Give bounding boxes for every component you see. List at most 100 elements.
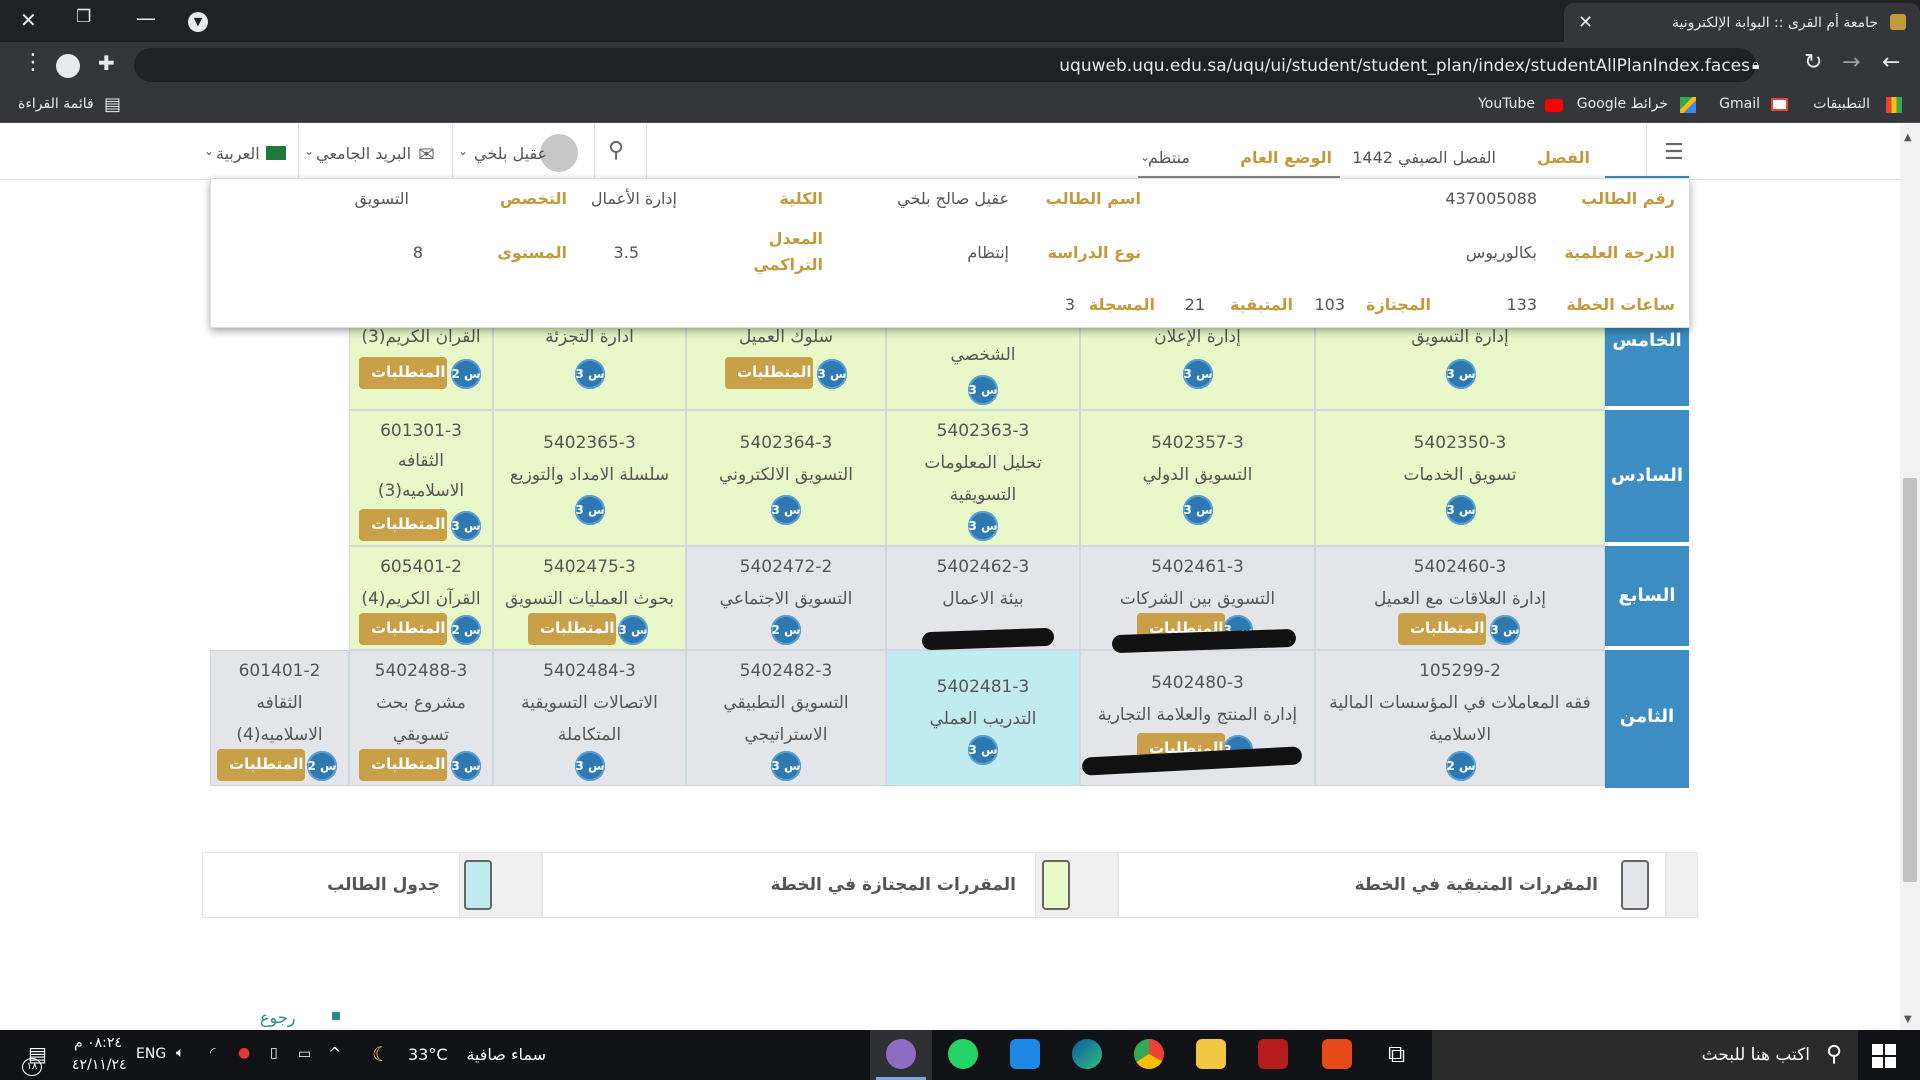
requirements-button[interactable]: المتطلبات	[725, 357, 813, 389]
course-cell[interactable]: 605401-2 القرآن الكريم(4) 2 س المتطلبات	[349, 546, 493, 650]
bookmark-reading-list[interactable]: قائمة القراءة	[18, 96, 94, 112]
bookmark-gmail[interactable]: Gmail	[1719, 96, 1760, 112]
browser-tab[interactable]: جامعة أم القرى :: البوابة الإلكترونية ✕	[1564, 3, 1920, 42]
tab-close-icon[interactable]: ✕	[1578, 12, 1593, 33]
mail-app-icon[interactable]	[1010, 1039, 1040, 1069]
extensions-icon[interactable]: ✚	[98, 53, 115, 73]
restore-window-icon[interactable]: ❐	[76, 9, 91, 26]
requirements-button[interactable]: المتطلبات	[359, 357, 447, 389]
course-cell[interactable]: 601301-3 الثقافه الاسلاميه(3) 3 س المتطل…	[349, 410, 493, 546]
input-language[interactable]: ENG	[136, 1046, 166, 1062]
windows-start-icon[interactable]	[1872, 1044, 1896, 1068]
temperature[interactable]: 33°C	[408, 1045, 448, 1064]
reload-icon[interactable]: ↻	[1804, 52, 1822, 74]
url-text[interactable]: uquweb.uqu.edu.sa/uqu/ui/student/student…	[1059, 56, 1750, 76]
course-cell[interactable]: 5402472-2 التسويق الاجتماعي 2 س	[686, 546, 886, 650]
course-cell[interactable]: 5402475-3 بحوث العمليات التسويق 3 س المت…	[493, 546, 686, 650]
profile-icon[interactable]	[56, 54, 80, 78]
course-cell[interactable]: 5402363-3 تحليل المعلومات التسويقية 3 س	[886, 410, 1080, 546]
requirements-button[interactable]: المتطلبات	[359, 749, 447, 781]
course-code: 5402484-3	[543, 661, 636, 681]
scroll-down-icon[interactable]: ▼	[1904, 1014, 1912, 1025]
course-code: 601401-2	[238, 661, 321, 681]
requirements-button[interactable]: المتطلبات	[1398, 613, 1486, 645]
passed-hours-value: 103	[1314, 295, 1345, 314]
status-select[interactable]: منتظم	[1148, 148, 1190, 167]
clock-time[interactable]: ٠٨:٢٤ م	[74, 1035, 122, 1051]
course-code: 5402350-3	[1413, 433, 1507, 453]
mail-chevron-icon[interactable]: ⌄	[304, 144, 314, 158]
course-cell[interactable]: 5402482-3 التسويق التطبيقي الاستراتيجي 3…	[686, 650, 886, 786]
search-icon[interactable]: ⚲	[608, 138, 624, 163]
file-explorer-icon[interactable]	[1196, 1039, 1226, 1069]
weather-text[interactable]: سماء صافية	[466, 1045, 546, 1064]
battery-icon[interactable]: ▭	[298, 1046, 311, 1062]
course-cell[interactable]: 105299-2 فقه المعاملات في المؤسسات المال…	[1315, 650, 1605, 786]
course-name: التسويق الالكتروني	[719, 465, 853, 485]
course-cell[interactable]: 5402488-3 مشروع بحث تسويقي 3 س المتطلبات	[349, 650, 493, 786]
language-chevron-icon[interactable]: ⌄	[204, 144, 214, 158]
notification-app-icon[interactable]: ●	[238, 1045, 250, 1061]
apps-grid-icon[interactable]	[1886, 97, 1902, 113]
clock-date[interactable]: ٤٢/١١/٢٤	[72, 1057, 127, 1073]
language-select[interactable]: العربية	[216, 144, 260, 163]
course-cell[interactable]: 601401-2 الثقافه الاسلاميه(4) 2 س المتطل…	[210, 650, 349, 786]
hours-badge: 3 س	[1446, 359, 1476, 389]
minimize-window-icon[interactable]: —	[136, 8, 156, 28]
legend-schedule-label: جدول الطالب	[327, 875, 440, 895]
back-icon[interactable]: ←	[1882, 52, 1900, 74]
user-chevron-icon[interactable]: ⌄	[458, 144, 468, 158]
course-name: إدارة العلاقات مع العميل	[1374, 589, 1546, 609]
whatsapp-icon[interactable]	[948, 1039, 978, 1069]
office-icon[interactable]	[1322, 1039, 1352, 1069]
course-name: سلسلة الامداد والتوزيع	[509, 465, 670, 485]
device-icon[interactable]: ▯	[270, 1045, 278, 1061]
taskbar-search-input[interactable]: اكتب هنا للبحث	[1702, 1045, 1810, 1065]
wifi-icon[interactable]: ◜	[210, 1045, 215, 1061]
people-app-icon[interactable]	[886, 1039, 916, 1069]
course-cell[interactable]: 5402350-3 تسويق الخدمات 3 س	[1315, 410, 1605, 546]
hamburger-menu-icon[interactable]: ☰	[1664, 140, 1684, 165]
menu-kebab-icon[interactable]: ⋮	[22, 52, 44, 74]
forward-icon[interactable]: →	[1842, 52, 1860, 74]
requirements-button[interactable]: المتطلبات	[217, 749, 305, 781]
college-label: الكلية	[779, 189, 823, 208]
course-code: 5402365-3	[543, 433, 636, 453]
chrome-icon[interactable]	[1134, 1039, 1164, 1069]
requirements-button[interactable]: المتطلبات	[359, 613, 447, 645]
bookmark-apps[interactable]: التطبيقات	[1813, 96, 1870, 112]
course-cell[interactable]: 5402365-3 سلسلة الامداد والتوزيع 3 س	[493, 410, 686, 546]
course-cell[interactable]: 5402357-3 التسويق الدولي 3 س	[1080, 410, 1315, 546]
bookmark-youtube[interactable]: YouTube	[1478, 96, 1535, 112]
user-name[interactable]: عقيل بلخي	[474, 144, 547, 163]
registered-hours-value: 3	[1064, 295, 1075, 314]
youtube-icon	[1545, 99, 1563, 112]
student-name-value: عقيل صالح بلخي	[897, 189, 1009, 208]
tab-search-icon[interactable]: ▼	[188, 12, 208, 32]
site-favicon-icon	[1890, 14, 1906, 30]
app-icon[interactable]	[1258, 1039, 1288, 1069]
tray-expand-icon[interactable]: ^	[328, 1044, 341, 1063]
reading-list-icon: ▤	[104, 94, 122, 115]
student-id-label: رقم الطالب	[1581, 189, 1675, 208]
volume-icon[interactable]: 🔈︎	[176, 1045, 184, 1061]
close-window-icon[interactable]: ✕	[20, 10, 37, 30]
requirements-button[interactable]: المتطلبات	[359, 509, 447, 541]
moon-icon: ☾	[372, 1042, 390, 1066]
course-cell[interactable]: 5402484-3 الاتصالات التسويقية المتكاملة …	[493, 650, 686, 786]
scrollbar-thumb[interactable]	[1903, 478, 1917, 882]
status-chevron-icon[interactable]: ⌄	[1140, 150, 1150, 164]
course-cell[interactable]: 5402364-3 التسويق الالكتروني 3 س	[686, 410, 886, 546]
requirements-button[interactable]: المتطلبات	[528, 613, 616, 645]
course-name: تسويق الخدمات	[1403, 465, 1517, 485]
edge-icon[interactable]	[1072, 1039, 1102, 1069]
bookmark-maps[interactable]: خرائط Google	[1577, 96, 1668, 112]
gpa-label: المعدل	[768, 229, 823, 248]
back-link[interactable]: رجوع	[260, 1008, 295, 1027]
university-mail-link[interactable]: البريد الجامعي	[316, 144, 411, 163]
scroll-up-icon[interactable]: ▲	[1904, 132, 1912, 143]
task-view-icon[interactable]: ⧉	[1388, 1040, 1405, 1068]
course-cell[interactable]: 5402460-3 إدارة العلاقات مع العميل 3 س ا…	[1315, 546, 1605, 650]
course-name: فقه المعاملات في المؤسسات المالية	[1329, 693, 1591, 713]
course-cell[interactable]: 5402481-3 التدريب العملي 3 س	[886, 650, 1080, 786]
